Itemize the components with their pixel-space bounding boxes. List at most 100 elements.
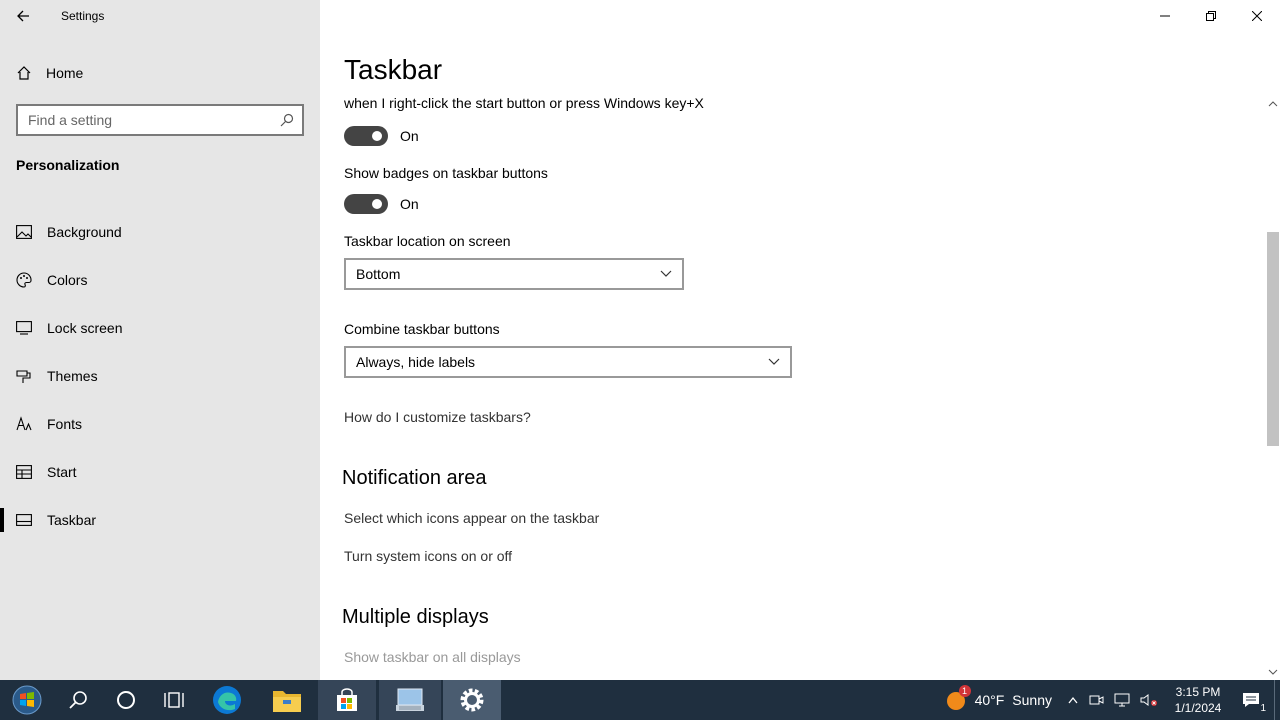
main-panel: Taskbar when I right-click the start but… xyxy=(320,0,1280,680)
title-bar: Settings xyxy=(0,0,320,32)
weather-condition: Sunny xyxy=(1012,692,1052,708)
window-controls xyxy=(1142,0,1280,32)
home-nav-item[interactable]: Home xyxy=(16,60,83,86)
remote-app-button[interactable] xyxy=(379,680,441,720)
customize-taskbars-link[interactable]: How do I customize taskbars? xyxy=(344,409,1244,425)
show-desktop-button[interactable] xyxy=(1274,680,1280,720)
store-icon xyxy=(337,688,357,711)
toggle-state-label: On xyxy=(400,128,419,144)
file-explorer-button[interactable] xyxy=(256,680,318,720)
search-input[interactable] xyxy=(28,112,268,128)
chevron-down-icon xyxy=(660,270,672,277)
scrollbar-thumb[interactable] xyxy=(1267,232,1279,446)
close-icon xyxy=(1252,11,1262,21)
location-value: Bottom xyxy=(356,266,401,282)
restore-button[interactable] xyxy=(1188,0,1234,32)
badges-toggle-row: On xyxy=(344,192,1244,216)
scroll-up-arrow-icon[interactable] xyxy=(1267,98,1279,110)
sidebar-item-label: Themes xyxy=(47,368,98,384)
sidebar-nav: Background Colors Lock screen Themes Fon… xyxy=(0,208,320,544)
combine-dropdown[interactable]: Always, hide labels xyxy=(344,346,792,378)
weather-widget[interactable]: 1 40°F Sunny xyxy=(945,685,1052,711)
edge-taskbar-button[interactable] xyxy=(198,680,256,720)
tray-icons xyxy=(1068,692,1158,708)
settings-taskbar-button[interactable] xyxy=(443,680,501,720)
sidebar-item-themes[interactable]: Themes xyxy=(0,352,320,400)
minimize-button[interactable] xyxy=(1142,0,1188,32)
sidebar-item-label: Start xyxy=(47,464,77,480)
search-icon[interactable] xyxy=(280,113,294,127)
clock-time: 3:15 PM xyxy=(1175,685,1221,699)
task-view-icon xyxy=(164,692,184,708)
app-title: Settings xyxy=(61,9,105,23)
vertical-scrollbar[interactable] xyxy=(1266,96,1280,680)
home-label: Home xyxy=(46,65,84,81)
sun-icon: 1 xyxy=(945,685,971,711)
edge-browser-icon xyxy=(213,686,241,714)
search-taskbar-button[interactable] xyxy=(54,680,102,720)
clock[interactable]: 3:15 PM 1/1/2024 xyxy=(1168,684,1228,716)
system-icons-link[interactable]: Turn system icons on or off xyxy=(344,548,1244,564)
sidebar-item-start[interactable]: Start xyxy=(0,448,320,496)
weather-temp: 40°F xyxy=(974,692,1005,708)
select-icons-link[interactable]: Select which icons appear on the taskbar xyxy=(344,510,1244,526)
lock-screen-icon xyxy=(16,320,32,336)
chevron-up-icon[interactable] xyxy=(1068,696,1078,704)
chevron-down-icon xyxy=(768,358,780,365)
sidebar: Settings Home Personalization Background… xyxy=(0,0,320,680)
sidebar-item-fonts[interactable]: Fonts xyxy=(0,400,320,448)
sidebar-item-lock-screen[interactable]: Lock screen xyxy=(0,304,320,352)
minimize-icon xyxy=(1160,15,1170,17)
power-user-toggle[interactable] xyxy=(344,126,388,146)
power-user-menu-text: when I right-click the start button or p… xyxy=(344,95,704,111)
notification-area-heading: Notification area xyxy=(342,467,487,489)
network-icon[interactable] xyxy=(1114,692,1130,708)
sidebar-item-background[interactable]: Background xyxy=(0,208,320,256)
brush-icon xyxy=(16,368,32,384)
task-view-button[interactable] xyxy=(150,680,198,720)
notification-icon xyxy=(1243,693,1259,707)
sidebar-item-label: Taskbar xyxy=(47,512,97,528)
sidebar-item-label: Colors xyxy=(47,272,88,288)
combine-label: Combine taskbar buttons xyxy=(344,321,500,337)
volume-muted-icon[interactable] xyxy=(1140,692,1158,708)
scroll-down-arrow-icon[interactable] xyxy=(1267,666,1279,678)
location-label: Taskbar location on screen xyxy=(344,233,511,249)
notification-count: 1 xyxy=(1260,703,1266,714)
action-center-button[interactable]: 1 xyxy=(1228,680,1274,720)
cortana-icon xyxy=(117,691,135,709)
home-icon xyxy=(17,66,31,80)
cortana-button[interactable] xyxy=(102,680,150,720)
store-button[interactable] xyxy=(318,680,376,720)
keyboard-monitor-icon xyxy=(396,688,424,711)
search-box[interactable] xyxy=(16,104,304,136)
taskbar: 1 40°F Sunny 3:15 PM 1/1/2024 1 xyxy=(0,680,1280,720)
folder-icon xyxy=(273,691,301,712)
search-icon xyxy=(69,691,87,709)
sidebar-item-colors[interactable]: Colors xyxy=(0,256,320,304)
restore-icon xyxy=(1206,11,1216,21)
settings-content: when I right-click the start button or p… xyxy=(342,95,1244,665)
badges-label: Show badges on taskbar buttons xyxy=(344,165,548,181)
show-all-displays-label: Show taskbar on all displays xyxy=(344,649,521,665)
windows-logo-icon xyxy=(12,685,42,715)
location-dropdown[interactable]: Bottom xyxy=(344,258,684,290)
taskbar-icon xyxy=(16,512,32,528)
sidebar-item-label: Background xyxy=(47,224,122,240)
meet-now-icon[interactable] xyxy=(1088,692,1104,708)
sidebar-item-taskbar[interactable]: Taskbar xyxy=(0,496,320,544)
clock-date: 1/1/2024 xyxy=(1174,701,1222,715)
system-tray: 1 40°F Sunny 3:15 PM 1/1/2024 1 xyxy=(945,680,1280,720)
section-title: Personalization xyxy=(16,157,120,173)
palette-icon xyxy=(16,272,32,288)
gear-icon xyxy=(460,688,484,712)
start-button[interactable] xyxy=(0,680,54,720)
back-button[interactable] xyxy=(0,0,46,32)
power-user-toggle-row: On xyxy=(344,124,1244,148)
sidebar-item-label: Fonts xyxy=(47,416,83,432)
font-icon xyxy=(16,416,32,432)
multiple-displays-heading: Multiple displays xyxy=(342,606,489,628)
badges-toggle[interactable] xyxy=(344,194,388,214)
close-button[interactable] xyxy=(1234,0,1280,32)
combine-value: Always, hide labels xyxy=(356,354,476,370)
